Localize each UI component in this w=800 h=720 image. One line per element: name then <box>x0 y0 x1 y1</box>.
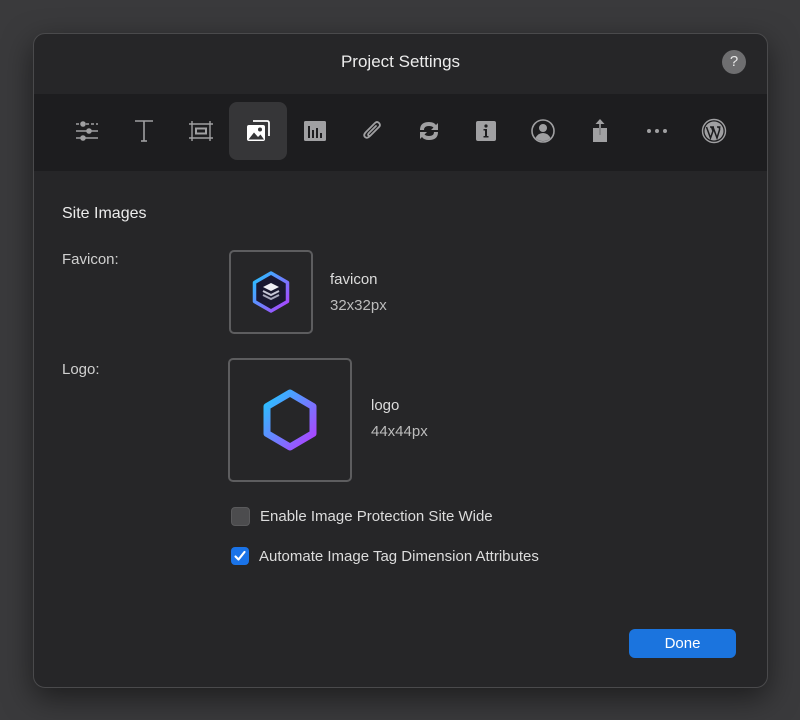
photos-icon <box>247 120 270 141</box>
logo-well[interactable] <box>228 358 352 482</box>
image-dimensions-option[interactable]: Automate Image Tag Dimension Attributes <box>231 547 539 565</box>
title-bar: Project Settings ? <box>34 34 767 94</box>
tab-info[interactable] <box>457 102 515 160</box>
dialog-title: Project Settings <box>340 52 461 71</box>
info-icon <box>476 121 496 141</box>
tab-general[interactable] <box>58 102 116 160</box>
site-images-panel: Site Images Favicon: favicon 32x32px Log… <box>34 171 767 687</box>
chart-icon <box>304 121 326 141</box>
tab-attachments[interactable] <box>343 102 401 160</box>
favicon-name: favicon <box>330 271 378 288</box>
wordpress-icon <box>701 118 727 144</box>
paperclip-icon <box>363 121 381 139</box>
settings-toolbar <box>34 94 767 171</box>
favicon-well[interactable] <box>229 250 313 334</box>
logo-name: logo <box>371 397 400 414</box>
share-icon <box>593 119 607 142</box>
tab-account[interactable] <box>514 102 572 160</box>
tab-analytics[interactable] <box>286 102 344 160</box>
sync-icon <box>420 122 438 140</box>
favicon-label: Favicon: <box>62 251 119 268</box>
checkmark-icon <box>234 550 246 561</box>
tab-images[interactable] <box>229 102 287 160</box>
tab-wordpress[interactable] <box>685 102 743 160</box>
ellipsis-icon <box>647 129 667 133</box>
tab-sync[interactable] <box>400 102 458 160</box>
logo-image <box>263 389 317 451</box>
text-icon <box>135 120 153 142</box>
layout-frame-icon <box>189 121 213 141</box>
image-protection-option[interactable]: Enable Image Protection Site Wide <box>231 507 493 526</box>
favicon-image <box>252 271 290 313</box>
tab-publish[interactable] <box>571 102 629 160</box>
image-protection-label: Enable Image Protection Site Wide <box>260 508 493 525</box>
help-button[interactable]: ? <box>722 50 746 74</box>
tab-layout[interactable] <box>172 102 230 160</box>
image-protection-checkbox[interactable] <box>231 507 250 526</box>
sliders-icon <box>76 121 98 141</box>
project-settings-dialog: Project Settings ? Site Images Favicon: … <box>33 33 768 688</box>
done-button[interactable]: Done <box>629 629 736 658</box>
logo-label: Logo: <box>62 361 100 378</box>
logo-size: 44x44px <box>371 423 428 440</box>
image-dimensions-label: Automate Image Tag Dimension Attributes <box>259 547 539 565</box>
person-circle-icon <box>531 119 555 143</box>
tab-more[interactable] <box>628 102 686 160</box>
favicon-size: 32x32px <box>330 297 387 314</box>
section-title: Site Images <box>62 205 147 222</box>
image-dimensions-checkbox[interactable] <box>231 547 249 565</box>
tab-fonts[interactable] <box>115 102 173 160</box>
